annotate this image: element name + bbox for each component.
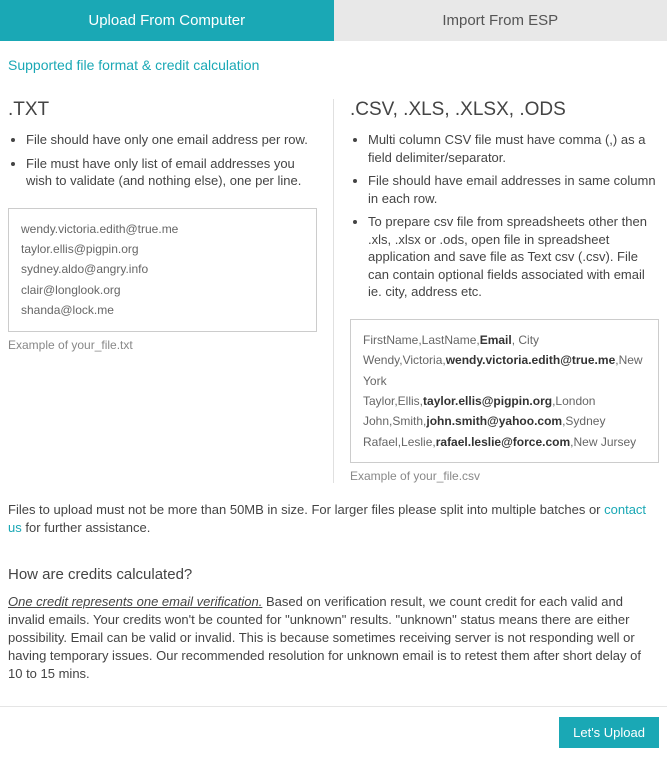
csv-example-row: FirstName,LastName,Email, City: [363, 330, 646, 350]
footer: Let's Upload: [0, 706, 667, 758]
txt-example-line: wendy.victoria.edith@true.me: [21, 219, 304, 239]
section-title: Supported file format & credit calculati…: [8, 49, 659, 81]
csv-example-caption: Example of your_file.csv: [350, 469, 659, 483]
credits-header: How are credits calculated?: [8, 566, 659, 583]
csv-example-row: Wendy,Victoria,wendy.victoria.edith@true…: [363, 350, 646, 391]
csv-bullet: File should have email addresses in same…: [368, 172, 659, 207]
csv-example-box: FirstName,LastName,Email, City Wendy,Vic…: [350, 319, 659, 463]
credits-lead: One credit represents one email verifica…: [8, 594, 262, 609]
credits-body: One credit represents one email verifica…: [8, 593, 659, 684]
file-size-note: Files to upload must not be more than 50…: [8, 501, 659, 537]
csv-bullet: To prepare csv file from spreadsheets ot…: [368, 213, 659, 301]
txt-bullet: File must have only list of email addres…: [26, 155, 317, 190]
txt-example-line: shanda@lock.me: [21, 300, 304, 320]
csv-column: .CSV, .XLS, .XLSX, .ODS Multi column CSV…: [333, 99, 659, 483]
tab-import-from-esp[interactable]: Import From ESP: [334, 0, 667, 41]
csv-header: .CSV, .XLS, .XLSX, .ODS: [350, 99, 659, 121]
txt-example-caption: Example of your_file.txt: [8, 338, 317, 352]
txt-example-box: wendy.victoria.edith@true.me taylor.elli…: [8, 208, 317, 332]
csv-example-row: Taylor,Ellis,taylor.ellis@pigpin.org,Lon…: [363, 391, 646, 411]
csv-example-row: John,Smith,john.smith@yahoo.com,Sydney: [363, 411, 646, 431]
txt-column: .TXT File should have only one email add…: [8, 99, 317, 483]
txt-example-line: clair@longlook.org: [21, 280, 304, 300]
lets-upload-button[interactable]: Let's Upload: [559, 717, 659, 748]
txt-header: .TXT: [8, 99, 317, 121]
txt-bullet: File should have only one email address …: [26, 131, 317, 149]
txt-example-line: sydney.aldo@angry.info: [21, 259, 304, 279]
txt-example-line: taylor.ellis@pigpin.org: [21, 239, 304, 259]
csv-bullet: Multi column CSV file must have comma (,…: [368, 131, 659, 166]
tabs: Upload From Computer Import From ESP: [0, 0, 667, 41]
tab-upload-from-computer[interactable]: Upload From Computer: [0, 0, 334, 41]
csv-example-row: Rafael,Leslie,rafael.leslie@force.com,Ne…: [363, 432, 646, 452]
